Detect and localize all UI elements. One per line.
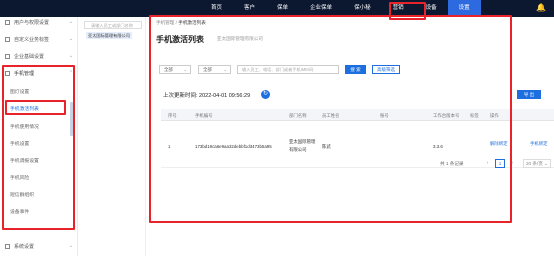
sidebar-item-user-permissions[interactable]: 用户与权限设置 ⌄	[0, 17, 78, 27]
page-size-value: 20 条/页	[526, 161, 543, 166]
sidebar-item-label: 自定义业务标签	[14, 36, 50, 43]
tree-search-input[interactable]: 请输入员工或部门名称	[84, 21, 142, 29]
chevron-down-icon: ⌄	[68, 243, 73, 249]
sidebar-item-label: 用户与权限设置	[14, 19, 50, 26]
sidebar-item-custom-tags[interactable]: 自定义业务标签 ⌄	[0, 34, 78, 44]
chevron-down-icon: ⌄	[68, 19, 73, 25]
gear-icon	[5, 243, 10, 249]
app-window: { "topnav": { "items": ["首页", "客户", "保单"…	[0, 0, 554, 256]
chevron-down-icon: ⌄	[68, 36, 73, 42]
highlight-activation-item	[5, 100, 66, 115]
gear-icon	[5, 53, 10, 59]
page-size-select[interactable]: 20 条/页 ⌄	[523, 159, 551, 168]
tag-icon	[5, 36, 10, 42]
tree-node-company[interactable]: 亚太国际管理有限公司	[86, 32, 132, 39]
org-tree-panel: 请输入员工或部门名称 亚太国际管理有限公司	[80, 17, 146, 256]
bind-phone-link[interactable]: 手机绑定	[530, 141, 548, 147]
chevron-down-icon: ⌄	[68, 53, 73, 59]
users-icon	[5, 19, 10, 25]
highlight-phone-menu	[2, 65, 75, 230]
export-button[interactable]: 导 出	[517, 90, 541, 99]
sidebar-item-enterprise-basic[interactable]: 企业基础设置 ⌄	[0, 51, 78, 61]
highlight-main-panel	[149, 15, 512, 223]
bell-icon[interactable]: 🔔	[536, 3, 546, 13]
sidebar-item-system-settings[interactable]: 系统设置 ⌄	[0, 241, 78, 251]
sidebar-item-label: 企业基础设置	[14, 53, 45, 60]
sidebar-item-label: 系统设置	[14, 243, 35, 250]
